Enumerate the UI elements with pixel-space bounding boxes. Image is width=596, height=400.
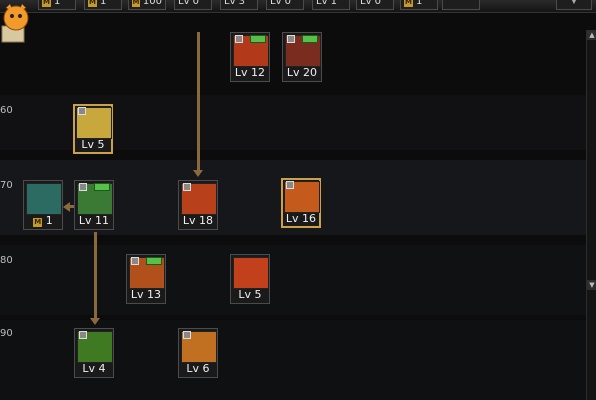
top-slot-3[interactable]: M 100 bbox=[128, 0, 166, 10]
skill-level: Lv 16 bbox=[285, 212, 317, 225]
top-slot-value: 1 bbox=[54, 0, 61, 7]
top-slot-10[interactable] bbox=[442, 0, 480, 10]
skill-tag-icon bbox=[302, 35, 318, 43]
mascot-icon bbox=[0, 2, 36, 44]
lock-icon bbox=[131, 257, 139, 265]
row-label-80: 80 bbox=[0, 255, 13, 266]
skill-level: Lv 5 bbox=[238, 288, 262, 301]
top-slot-2[interactable]: M 1 bbox=[84, 0, 122, 10]
skill-tag-icon bbox=[94, 183, 110, 191]
lock-icon bbox=[78, 107, 86, 115]
skill-level: Lv 12 bbox=[234, 66, 266, 79]
skill-level: Lv 6 bbox=[186, 362, 210, 375]
skill-level: M 1 bbox=[23, 214, 63, 228]
arrow-head-icon bbox=[63, 202, 70, 212]
skill-tag-icon bbox=[250, 35, 266, 43]
skill-slot[interactable]: Lv 18 bbox=[178, 180, 218, 230]
arrow-head-icon bbox=[90, 318, 100, 325]
skill-level: Lv 13 bbox=[130, 288, 162, 301]
skill-level: Lv 5 bbox=[81, 138, 105, 151]
row-label-90: 90 bbox=[0, 328, 13, 339]
top-slot-7[interactable]: Lv 1 bbox=[312, 0, 350, 10]
top-slot-level: Lv 1 bbox=[316, 0, 338, 7]
top-slot-5[interactable]: Lv 3 bbox=[220, 0, 258, 10]
arrow-head-icon bbox=[193, 170, 203, 177]
skill-level: Lv 11 bbox=[78, 214, 110, 227]
top-slot-level: Lv 3 bbox=[224, 0, 246, 7]
top-slot-value: 1 bbox=[416, 0, 423, 7]
skill-level: Lv 18 bbox=[182, 214, 214, 227]
lock-icon bbox=[287, 35, 295, 43]
orb-skill-icon bbox=[233, 257, 269, 289]
coin-icon: M bbox=[404, 0, 413, 7]
coin-icon: M bbox=[33, 218, 43, 227]
lock-icon bbox=[183, 183, 191, 191]
skill-slot-selected[interactable]: Lv 5 bbox=[73, 104, 113, 154]
row-label-70: 70 bbox=[0, 180, 13, 191]
coin-icon: M bbox=[132, 0, 140, 7]
top-slot-level: Lv 0 bbox=[270, 0, 292, 7]
row-band-80 bbox=[0, 245, 586, 315]
prerequisite-arrow bbox=[197, 32, 200, 172]
scroll-down-button[interactable]: ▼ bbox=[587, 280, 596, 290]
lock-icon bbox=[79, 183, 87, 191]
skill-level: Lv 4 bbox=[82, 362, 106, 375]
skill-slot[interactable]: Lv 5 bbox=[230, 254, 270, 304]
top-slot-level: Lv 0 bbox=[178, 0, 200, 7]
lock-icon bbox=[235, 35, 243, 43]
skill-slot[interactable]: Lv 20 bbox=[282, 32, 322, 82]
skill-slot[interactable]: Lv 6 bbox=[178, 328, 218, 378]
prerequisite-arrow bbox=[94, 232, 97, 320]
skill-slot[interactable]: M 1 bbox=[23, 180, 63, 230]
skill-slot[interactable]: Lv 13 bbox=[126, 254, 166, 304]
skill-slot-selected[interactable]: Lv 16 bbox=[281, 178, 321, 228]
top-slot-level: Lv 0 bbox=[360, 0, 382, 7]
top-slot-8[interactable]: Lv 0 bbox=[356, 0, 394, 10]
top-slot-value: 100 bbox=[142, 0, 162, 7]
vertical-scrollbar[interactable]: ▲ ▼ bbox=[586, 30, 596, 400]
top-slot-1[interactable]: M 1 bbox=[38, 0, 76, 10]
scroll-up-button[interactable]: ▲ bbox=[587, 30, 596, 40]
coin-icon: M bbox=[88, 0, 97, 7]
skill-slot[interactable]: Lv 11 bbox=[74, 180, 114, 230]
top-slot-value: 1 bbox=[100, 0, 107, 7]
top-toolbar: M 1 M 1 M 100 Lv 0 Lv 3 Lv 0 Lv 1 Lv 0 M… bbox=[0, 0, 596, 13]
lock-icon bbox=[183, 331, 191, 339]
top-slot-9[interactable]: M 1 bbox=[400, 0, 438, 10]
summon-skill-icon bbox=[26, 183, 62, 215]
skill-slot[interactable]: Lv 12 bbox=[230, 32, 270, 82]
skill-count: 1 bbox=[45, 214, 53, 227]
skill-level: Lv 20 bbox=[286, 66, 318, 79]
lock-icon bbox=[286, 181, 294, 189]
row-label-60: 60 bbox=[0, 105, 13, 116]
chevron-down-icon: ▼ bbox=[570, 0, 578, 6]
top-slot-6[interactable]: Lv 0 bbox=[266, 0, 304, 10]
dropdown-button[interactable]: ▼ bbox=[556, 0, 592, 10]
skill-slot[interactable]: Lv 4 bbox=[74, 328, 114, 378]
skill-tag-icon bbox=[146, 257, 162, 265]
top-slot-4[interactable]: Lv 0 bbox=[174, 0, 212, 10]
lock-icon bbox=[79, 331, 87, 339]
coin-icon: M bbox=[42, 0, 51, 7]
